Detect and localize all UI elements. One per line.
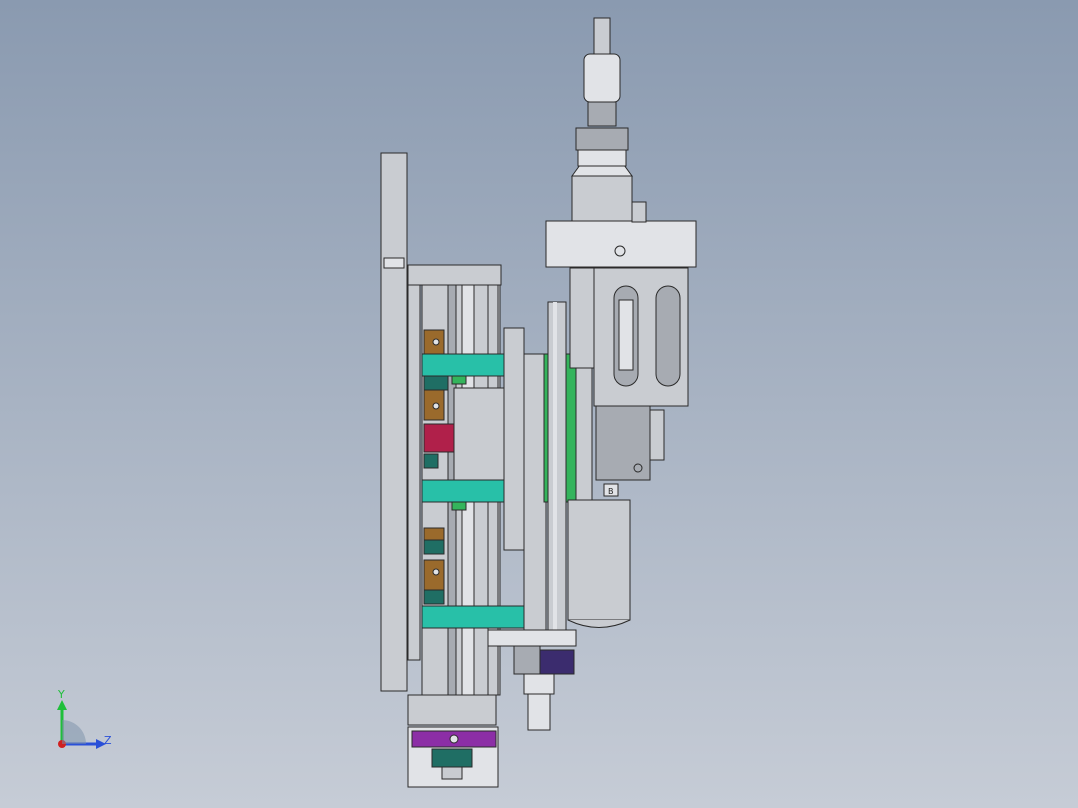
- assembly-drawing[interactable]: B Y Z: [0, 0, 1078, 808]
- teal-crossbar-bottom[interactable]: [421, 605, 527, 629]
- cad-viewport[interactable]: B Y Z: [0, 0, 1078, 808]
- bottom-plate[interactable]: [487, 629, 577, 731]
- purple-fixture[interactable]: [407, 694, 499, 788]
- vertical-rod[interactable]: [547, 301, 567, 633]
- lower-cylinder[interactable]: [567, 499, 631, 628]
- valve-tag-label: B: [608, 487, 614, 496]
- solenoid-valve[interactable]: B: [595, 405, 665, 497]
- triad-z-label: Z: [104, 734, 112, 747]
- crimson-clamp[interactable]: [423, 423, 455, 453]
- triad-y-label: Y: [57, 688, 65, 701]
- coordinate-triad: Y Z: [57, 688, 112, 749]
- top-fitting[interactable]: [575, 17, 629, 167]
- slotted-bracket[interactable]: [593, 267, 689, 407]
